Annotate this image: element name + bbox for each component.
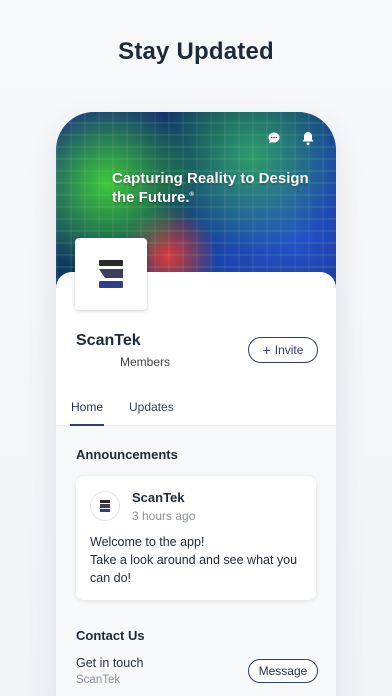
hero-icon-bar — [266, 130, 316, 146]
announcements-heading: Announcements — [76, 447, 178, 462]
avatar — [90, 491, 120, 521]
post-author: ScanTek — [132, 490, 185, 505]
tab-home[interactable]: Home — [69, 394, 105, 426]
chat-icon[interactable] — [266, 130, 282, 146]
invite-button[interactable]: + Invite — [248, 337, 318, 363]
post-line-1: Welcome to the app! — [90, 535, 205, 549]
invite-label: Invite — [274, 343, 304, 357]
registered-mark: ® — [189, 192, 194, 198]
contact-heading: Contact Us — [76, 628, 145, 643]
post-line-2: Take a look around and see what you can … — [90, 553, 298, 585]
contact-label: Get in touch — [76, 656, 144, 670]
post-timestamp: 3 hours ago — [132, 509, 196, 523]
headline: Stay Updated — [118, 38, 274, 65]
org-name: ScanTek — [76, 332, 141, 349]
bell-icon[interactable] — [300, 130, 316, 146]
contact-org: ScanTek — [76, 674, 121, 686]
company-logo — [75, 238, 147, 310]
tab-updates[interactable]: Updates — [129, 394, 174, 414]
post-body: Welcome to the app! Take a look around a… — [90, 533, 310, 587]
announcement-post[interactable]: ScanTek 3 hours ago Welcome to the app! … — [76, 476, 316, 600]
plus-icon: + — [262, 342, 271, 358]
tab-bar: Home Updates — [56, 394, 336, 426]
hero-tagline-text: Capturing Reality to Design the Future. — [112, 170, 309, 206]
phone-frame: Capturing Reality to Design the Future.®… — [56, 112, 336, 696]
message-button[interactable]: Message — [248, 659, 318, 683]
members-link[interactable]: Members — [120, 355, 170, 369]
hero-tagline: Capturing Reality to Design the Future.® — [112, 170, 312, 206]
